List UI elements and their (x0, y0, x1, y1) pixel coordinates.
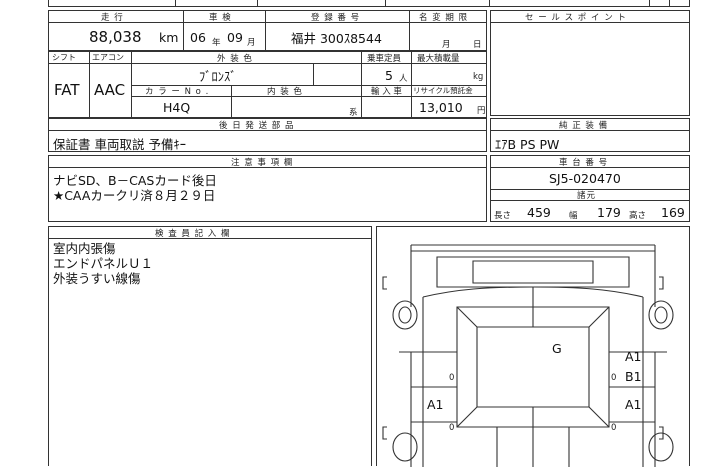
aircon-value: AAC (94, 81, 126, 99)
capacity-header: 乗車定員 (367, 54, 402, 64)
interior-unit: 系 (349, 108, 359, 118)
mileage-value: 88,038 (89, 28, 142, 46)
equipment-header: 純 正 装 備 (559, 121, 609, 131)
import-header: 輸 入 車 (371, 87, 402, 97)
notes-line: ★CAAカークリ済８月２９日 (53, 188, 216, 203)
mark-zero: 0 (449, 373, 456, 383)
car-damage-diagram: G A1 B1 A1 A1 0 0 0 0 (376, 226, 690, 467)
max-load-header: 最大積載量 (417, 54, 460, 64)
notes-header: 注 意 事 項 欄 (231, 158, 294, 168)
mark-zero: 0 (611, 423, 618, 433)
length-label: 長さ (494, 211, 512, 221)
inspector-note-line: エンドパネルＵ１ (53, 256, 154, 271)
exterior-color-value: ﾌﾞﾛﾝｽﾞ (199, 69, 237, 84)
mark-a1: A1 (427, 397, 444, 412)
shift-value: FAT (54, 81, 80, 99)
mileage-header: 走 行 (101, 13, 124, 23)
car-outline-diagram (382, 244, 674, 467)
title-month: 月 (442, 40, 452, 50)
mileage-unit: km (159, 30, 179, 45)
exterior-color-header: 外 装 色 (217, 54, 253, 64)
plate-number: 福井 300ｽ8544 (291, 31, 382, 46)
inspector-notes-box: 検 査 員 記 入 欄 室内内張傷 エンドパネルＵ１ 外装うすい線傷 (48, 226, 372, 466)
recycle-fee: 13,010 (419, 100, 463, 115)
inspector-note-line: 室内内張傷 (53, 241, 116, 256)
recycle-header: リサイクル預託金 (413, 86, 473, 95)
notes-box: 注 意 事 項 欄 ナビSD、B－CASカード後日 ★CAAカークリ済８月２９日 (48, 155, 487, 222)
sales-point-header: セ ー ル ス ポ イ ン ト (525, 13, 627, 23)
equipment-box: 純 正 装 備 ｴｱB PS PW (490, 118, 690, 152)
mark-zero: 0 (611, 373, 618, 383)
width-label: 幅 (569, 211, 578, 221)
inspector-note-line: 外装うすい線傷 (53, 271, 141, 286)
inspection-year: 06 (190, 30, 206, 45)
length-value: 459 (527, 205, 551, 220)
mark-zero: 0 (449, 423, 456, 433)
capacity-unit: 人 (399, 74, 409, 84)
shift-header: シフト (52, 53, 76, 62)
mark-a1: A1 (625, 349, 642, 364)
mark-b1: B1 (625, 369, 642, 384)
inspection-header: 車 検 (209, 13, 232, 23)
interior-color-header: 内 装 色 (267, 87, 303, 97)
aircon-header: エアコン (92, 53, 124, 62)
parts-header: 後 日 発 送 部 品 (219, 121, 295, 131)
mark-g: G (552, 341, 562, 356)
recycle-unit: 円 (477, 106, 487, 116)
chassis-header: 車 台 番 号 (559, 158, 609, 168)
inspector-header: 検 査 員 記 入 欄 (155, 229, 231, 239)
dimensions-header: 諸元 (577, 191, 597, 201)
height-value: 169 (661, 205, 685, 220)
inspection-year-unit: 年 (212, 38, 222, 48)
inspection-month-unit: 月 (247, 38, 257, 48)
equipment-value: ｴｱB PS PW (495, 137, 560, 152)
notes-line: ナビSD、B－CASカード後日 (53, 173, 217, 188)
parts-box: 後 日 発 送 部 品 保証書 車両取説 予備ｷｰ (48, 118, 487, 152)
color-no-header: カ ラ ー N o . (145, 87, 210, 97)
color-no-value: H4Q (163, 100, 191, 115)
cropped-top-row (48, 0, 690, 7)
registration-header: 登 録 番 号 (311, 13, 361, 23)
specs-block: シフト エアコン 外 装 色 乗車定員 最大積載量 カ ラ ー N o . 内 … (48, 51, 487, 118)
parts-value: 保証書 車両取説 予備ｷｰ (53, 137, 186, 152)
chassis-box: 車 台 番 号 SJ5-020470 諸元 長さ 459 幅 179 高さ 16… (490, 155, 690, 222)
capacity-value: 5 (385, 68, 393, 83)
mark-a1: A1 (625, 397, 642, 412)
vehicle-summary-row: 走 行 車 検 登 録 番 号 名 変 期 限 88,038 km 06 年 0… (48, 10, 487, 51)
load-unit: kg (473, 72, 484, 82)
chassis-number: SJ5-020470 (549, 171, 621, 186)
inspection-month: 09 (227, 30, 243, 45)
title-expiry-header: 名 変 期 限 (419, 13, 469, 23)
sales-point-box: セ ー ル ス ポ イ ン ト (490, 10, 690, 116)
height-label: 高さ (629, 211, 647, 221)
title-day: 日 (473, 40, 483, 50)
width-value: 179 (597, 205, 621, 220)
